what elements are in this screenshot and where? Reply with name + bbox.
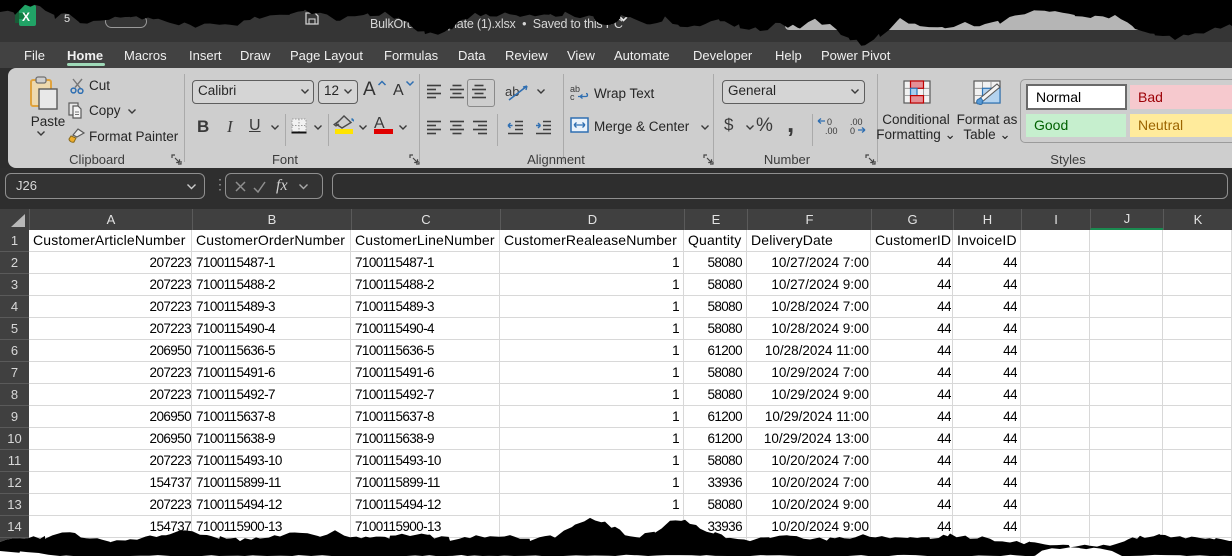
svg-text:.00: .00 — [825, 126, 838, 135]
svg-text:0: 0 — [850, 126, 855, 135]
svg-text:c: c — [570, 92, 575, 101]
